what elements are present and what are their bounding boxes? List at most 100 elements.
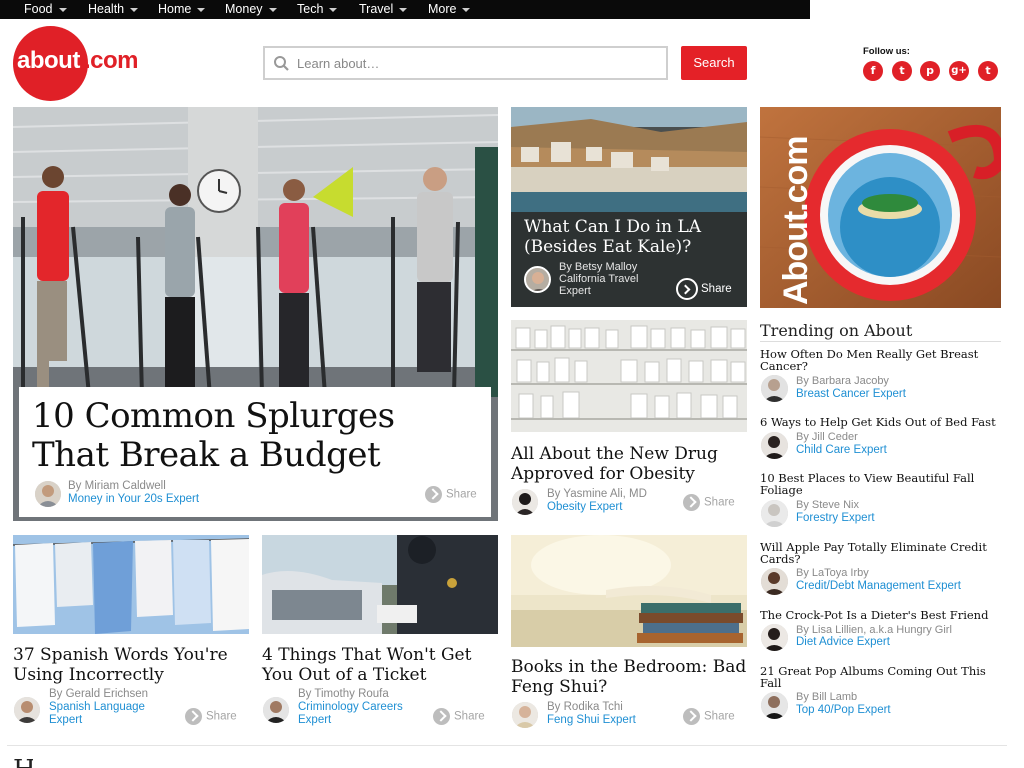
hero-title[interactable]: 10 Common Splurges That Break a Budget xyxy=(32,397,472,475)
trending-expert-link[interactable]: Diet Advice Expert xyxy=(796,636,890,648)
nav-label: Travel xyxy=(359,2,394,16)
chevron-down-icon xyxy=(197,7,206,12)
follow-label: Follow us: xyxy=(863,46,910,57)
author-avatar xyxy=(761,624,788,651)
trending-author: By Barbara Jacoby xyxy=(796,375,889,387)
spanish-title[interactable]: 37 Spanish Words You're Using Incorrectl… xyxy=(13,645,253,685)
next-section-heading-fragment: H xyxy=(13,757,33,768)
author-avatar xyxy=(761,432,788,459)
chevron-down-icon xyxy=(399,7,408,12)
author-avatar xyxy=(35,481,61,507)
share-label: Share xyxy=(701,283,732,296)
divider xyxy=(7,745,1007,746)
books-image[interactable] xyxy=(511,535,747,647)
nav-label: Food xyxy=(24,2,53,16)
nav-item-home[interactable]: Home xyxy=(158,0,206,19)
author-avatar xyxy=(263,697,289,723)
spanish-image[interactable] xyxy=(13,535,249,634)
author-avatar xyxy=(761,568,788,595)
author-avatar xyxy=(14,697,40,723)
ticket-title[interactable]: 4 Things That Won't Get You Out of a Tic… xyxy=(262,645,502,685)
nav-label: Health xyxy=(88,2,125,16)
nav-label: More xyxy=(428,2,457,16)
tumblr-icon[interactable]: t xyxy=(978,61,998,81)
chevron-down-icon xyxy=(268,7,277,12)
trending-expert-link[interactable]: Child Care Expert xyxy=(796,444,887,456)
logo-text-com: .com xyxy=(84,47,139,74)
spanish-expert-link[interactable]: Spanish Language Expert xyxy=(49,701,164,727)
twitter-icon[interactable]: t xyxy=(892,61,912,81)
spanish-share-button[interactable]: Share xyxy=(185,708,237,725)
share-label: Share xyxy=(206,710,237,723)
ticket-share-button[interactable]: Share xyxy=(433,708,485,725)
author-avatar xyxy=(761,692,788,719)
author-avatar xyxy=(524,266,551,293)
drug-expert-link[interactable]: Obesity Expert xyxy=(547,501,622,514)
books-title[interactable]: Books in the Bedroom: Bad Feng Shui? xyxy=(511,657,747,697)
trending-expert-link[interactable]: Breast Cancer Expert xyxy=(796,388,906,400)
trending-title[interactable]: How Often Do Men Really Get Breast Cance… xyxy=(760,348,1000,372)
share-label: Share xyxy=(446,488,477,501)
search-button[interactable]: Search xyxy=(681,46,747,80)
books-expert-link[interactable]: Feng Shui Expert xyxy=(547,714,636,727)
divider xyxy=(760,341,1001,342)
author-avatar xyxy=(761,375,788,402)
hero-share-button[interactable]: Share xyxy=(425,486,477,503)
share-arrow-icon xyxy=(683,708,700,725)
drug-share-button[interactable]: Share xyxy=(683,494,735,511)
author-avatar xyxy=(761,500,788,527)
nav-item-food[interactable]: Food xyxy=(24,0,67,19)
share-arrow-icon xyxy=(683,494,700,511)
drug-image[interactable] xyxy=(511,320,747,432)
ticket-image[interactable] xyxy=(262,535,498,634)
trending-title[interactable]: 21 Great Pop Albums Coming Out This Fall xyxy=(760,665,1000,689)
trending-expert-link[interactable]: Forestry Expert xyxy=(796,512,875,524)
nav-item-money[interactable]: Money xyxy=(225,0,277,19)
nav-label: Home xyxy=(158,2,192,16)
promo-brand-text: About.com xyxy=(777,136,815,305)
author-avatar xyxy=(512,489,538,515)
trending-title[interactable]: 6 Ways to Help Get Kids Out of Bed Fast xyxy=(760,416,1000,428)
trending-expert-link[interactable]: Credit/Debt Management Expert xyxy=(796,580,961,592)
top-nav-bar: Food Health Home Money Tech Travel More xyxy=(0,0,810,19)
books-share-button[interactable]: Share xyxy=(683,708,735,725)
share-arrow-icon xyxy=(433,708,450,725)
nav-item-more[interactable]: More xyxy=(428,0,471,19)
share-arrow-icon xyxy=(185,708,202,725)
nav-item-tech[interactable]: Tech xyxy=(297,0,338,19)
hero-expert-link[interactable]: Money in Your 20s Expert xyxy=(68,493,199,506)
drug-author: By Yasmine Ali, MD xyxy=(547,488,647,500)
la-share-button[interactable]: Share xyxy=(676,278,732,300)
pinterest-icon[interactable]: p xyxy=(920,61,940,81)
promo-image[interactable]: About.com xyxy=(760,107,1001,308)
books-author: By Rodika Tchi xyxy=(547,701,623,713)
trending-title[interactable]: 10 Best Places to View Beautiful Fall Fo… xyxy=(760,472,1000,496)
search-input[interactable] xyxy=(297,48,657,78)
trending-author: By Steve Nix xyxy=(796,499,859,511)
logo-text-about: about xyxy=(17,47,80,74)
nav-item-travel[interactable]: Travel xyxy=(359,0,408,19)
la-byline: By Betsy Malloy California Travel Expert xyxy=(559,261,669,297)
trending-title[interactable]: The Crock-Pot Is a Dieter's Best Friend xyxy=(760,609,1000,621)
ticket-expert-link[interactable]: Criminology Careers Expert xyxy=(298,701,413,727)
share-label: Share xyxy=(704,710,735,723)
chevron-down-icon xyxy=(58,7,67,12)
trending-author: By Bill Lamb xyxy=(796,691,858,703)
nav-item-health[interactable]: Health xyxy=(88,0,139,19)
la-title[interactable]: What Can I Do in LA (Besides Eat Kale)? xyxy=(524,217,734,257)
trending-title[interactable]: Will Apple Pay Totally Eliminate Credit … xyxy=(760,541,1000,565)
la-expert-link[interactable]: California Travel Expert xyxy=(559,273,669,297)
trending-author: By Jill Ceder xyxy=(796,431,858,443)
googleplus-icon[interactable]: g+ xyxy=(949,61,969,81)
trending-author: By Lisa Lillien, a.k.a Hungry Girl xyxy=(796,624,952,636)
search-box xyxy=(263,46,668,80)
chevron-down-icon xyxy=(130,7,139,12)
nav-label: Money xyxy=(225,2,263,16)
facebook-icon[interactable]: f xyxy=(863,61,883,81)
ticket-author: By Timothy Roufa xyxy=(298,688,389,700)
trending-author: By LaToya Irby xyxy=(796,567,869,579)
drug-title[interactable]: All About the New Drug Approved for Obes… xyxy=(511,444,747,484)
trending-heading: Trending on About xyxy=(760,321,913,340)
share-label: Share xyxy=(704,496,735,509)
trending-expert-link[interactable]: Top 40/Pop Expert xyxy=(796,704,891,716)
